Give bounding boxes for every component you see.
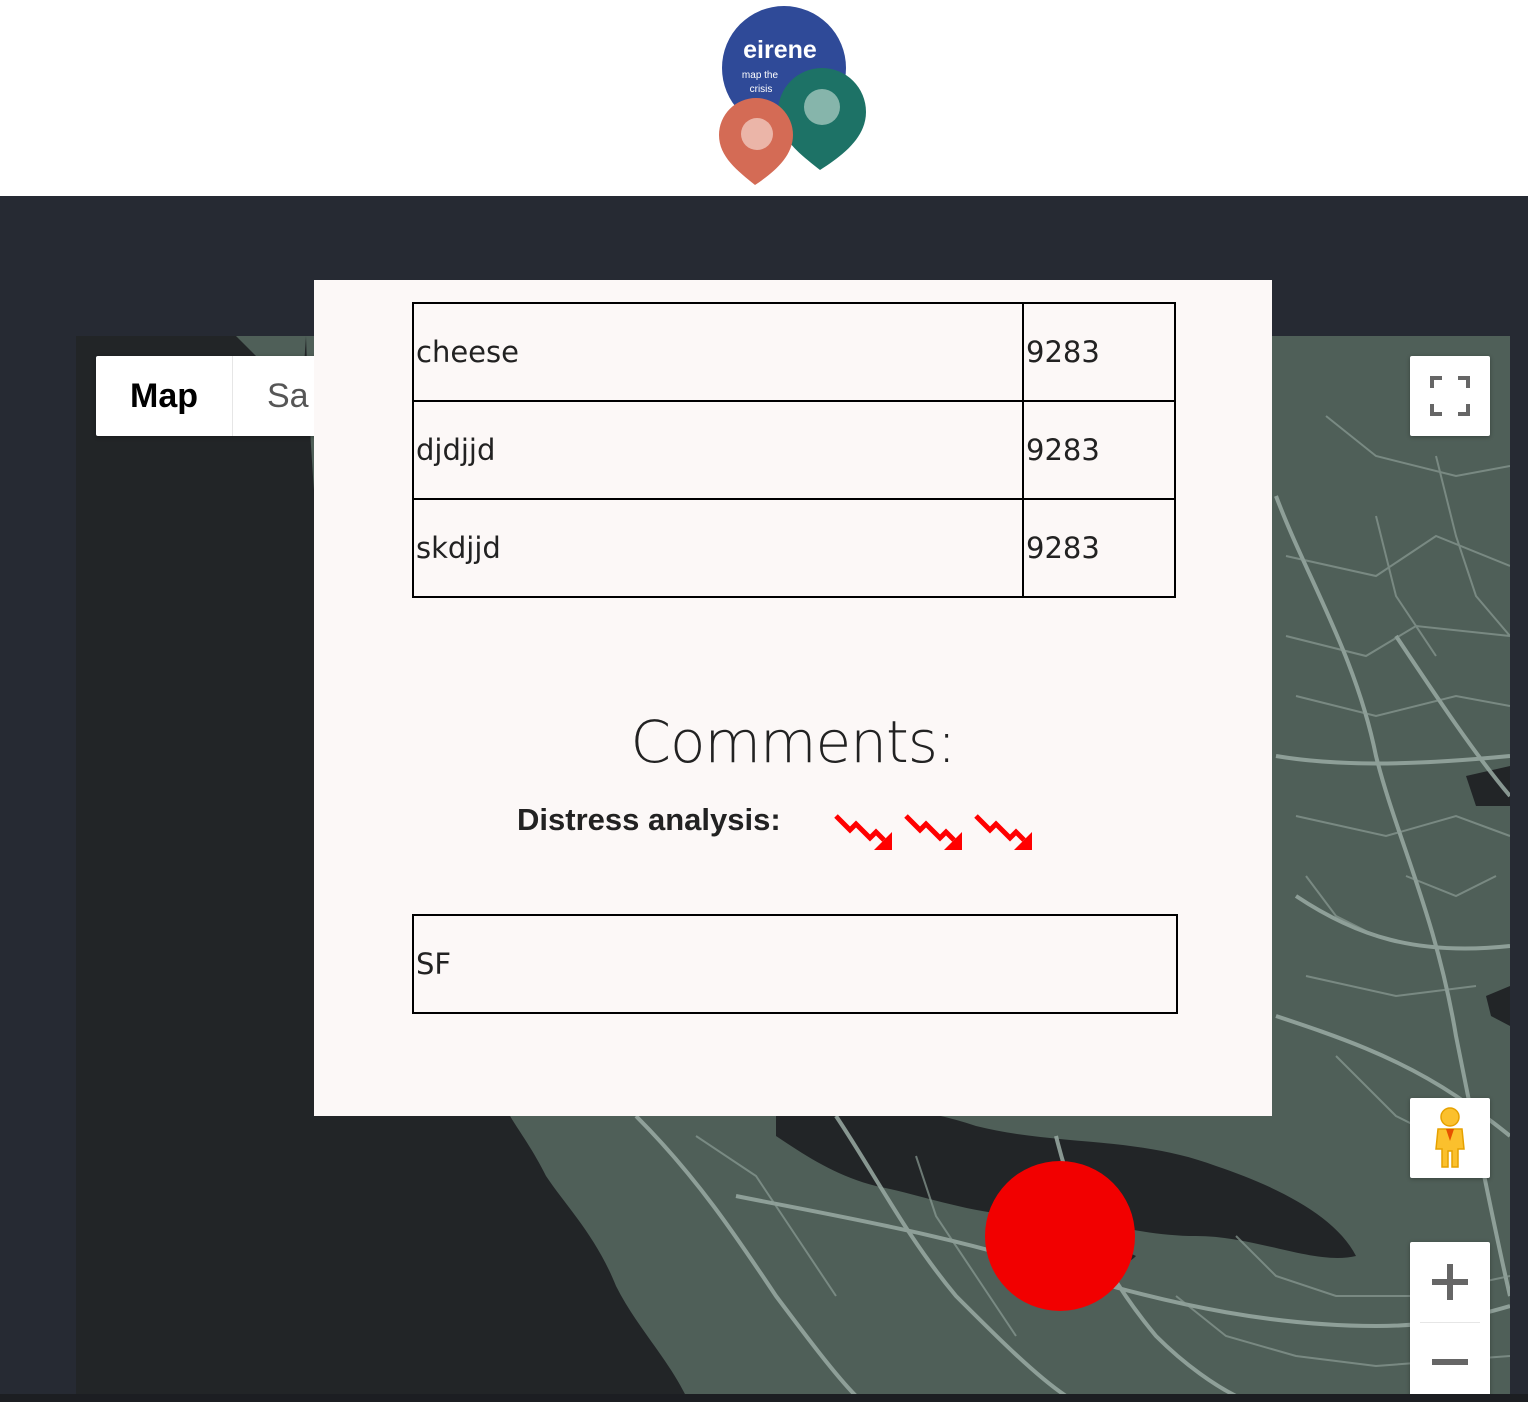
data-table: cheese 9283 djdjjd 9283 skdjjd 9283 — [412, 302, 1176, 598]
eirene-logo[interactable]: eirene map the crisis — [718, 6, 868, 188]
table-row: cheese 9283 — [412, 302, 1176, 402]
table-cell-name: skdjjd — [412, 498, 1024, 598]
logo-brand-text: eirene — [743, 36, 817, 64]
logo-tagline-line2: crisis — [750, 84, 773, 95]
pegman-icon — [1435, 1107, 1465, 1168]
street-view-pegman-button[interactable] — [1410, 1098, 1490, 1178]
table-cell-value: 9283 — [1022, 302, 1176, 402]
table-cell-value: 9283 — [1022, 400, 1176, 500]
distress-analysis-label: Distress analysis: — [517, 802, 781, 837]
fullscreen-icon — [1430, 376, 1470, 416]
table-cell-value: 9283 — [1022, 498, 1176, 598]
trend-down-arrow-icon — [972, 810, 1042, 854]
comment-entry[interactable]: SF — [412, 914, 1178, 1014]
table-row: skdjjd 9283 — [412, 498, 1176, 598]
fullscreen-button[interactable] — [1410, 356, 1490, 436]
bottom-edge — [0, 1394, 1528, 1402]
table-cell-name: djdjjd — [412, 400, 1024, 500]
table-row: djdjjd 9283 — [412, 400, 1176, 500]
plus-icon — [1432, 1263, 1468, 1300]
trend-down-arrow-icon — [832, 810, 902, 854]
header: eirene map the crisis — [0, 0, 1528, 196]
info-panel: cheese 9283 djdjjd 9283 skdjjd 9283 Comm… — [314, 280, 1272, 1116]
map-marker[interactable] — [985, 1161, 1135, 1311]
zoom-control — [1410, 1242, 1490, 1402]
distress-indicator — [832, 810, 1037, 854]
map-type-map-button[interactable]: Map — [96, 356, 233, 436]
table-cell-name: cheese — [412, 302, 1024, 402]
comments-heading: Comments: — [630, 708, 957, 776]
zoom-in-button[interactable] — [1410, 1242, 1490, 1322]
trend-down-arrow-icon — [902, 810, 972, 854]
minus-icon — [1432, 1359, 1468, 1366]
logo-tagline-line1: map the — [742, 70, 779, 81]
zoom-out-button[interactable] — [1410, 1323, 1490, 1402]
